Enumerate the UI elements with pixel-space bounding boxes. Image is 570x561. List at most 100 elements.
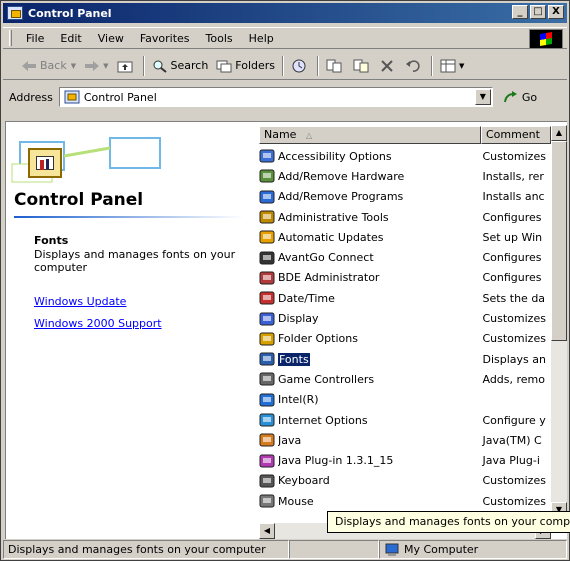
menu-help[interactable]: Help — [241, 30, 282, 47]
menu-edit[interactable]: Edit — [52, 30, 89, 47]
control-panel-small-icon — [64, 90, 80, 104]
selected-item-heading: Fonts — [34, 234, 69, 247]
go-label: Go — [521, 90, 538, 104]
list-item[interactable]: Keyboard Customizes — [259, 471, 549, 491]
list-item[interactable]: Internet Options Configure y — [259, 410, 549, 430]
item-comment: Configures — [482, 271, 542, 285]
list-item[interactable]: Mouse Customizes — [259, 491, 549, 511]
item-comment: Java Plug-i — [482, 454, 540, 468]
minimize-button[interactable]: _ — [512, 5, 528, 19]
address-value: Control Panel — [83, 90, 157, 104]
forward-arrow-icon — [85, 60, 100, 71]
up-folder-button[interactable] — [113, 57, 140, 75]
search-label: Search — [170, 59, 209, 72]
window-title: Control Panel — [28, 6, 112, 20]
back-button[interactable]: Back ▼ — [17, 57, 80, 74]
list-item[interactable]: Java Plug-in 1.3.1_15 Java Plug-i — [259, 450, 549, 470]
item-comment: Installs anc — [482, 190, 545, 204]
list-item[interactable]: Intel(R) — [259, 390, 549, 410]
search-icon — [153, 60, 167, 73]
search-button[interactable]: Search — [148, 57, 213, 75]
menu-view[interactable]: View — [90, 30, 132, 47]
item-comment: Set up Win — [482, 230, 543, 244]
item-comment: Installs, rer — [482, 169, 544, 183]
menu-favorites[interactable]: Favorites — [132, 30, 198, 47]
item-name: Display — [278, 312, 319, 326]
list-item[interactable]: Display Customizes — [259, 308, 549, 328]
list-item[interactable]: Administrative Tools Configures — [259, 207, 549, 227]
title-underline — [14, 216, 244, 218]
list-item[interactable]: Java Java(TM) C — [259, 430, 549, 450]
scroll-thumb[interactable] — [551, 141, 567, 341]
datetime-icon — [259, 291, 275, 305]
list-item[interactable]: Date/Time Sets the da — [259, 288, 549, 308]
item-comment: Customizes — [482, 494, 546, 508]
copy-to-button[interactable] — [349, 57, 376, 75]
list-item[interactable]: Folder Options Customizes — [259, 329, 549, 349]
list-item[interactable]: BDE Administrator Configures — [259, 268, 549, 288]
mouse-icon — [259, 494, 275, 508]
address-bar: Address Control Panel ▼ Go — [3, 83, 567, 111]
item-name: Game Controllers — [278, 372, 375, 386]
admin-tools-icon — [259, 210, 275, 224]
address-dropdown-button[interactable]: ▼ — [474, 89, 491, 105]
delete-button[interactable] — [376, 57, 401, 75]
list-item[interactable]: Accessibility Options Customizes — [259, 146, 549, 166]
windows-update-link[interactable]: Windows Update — [34, 295, 126, 308]
file-list: Name △ Comment Accessibility Options Cust… — [259, 122, 567, 539]
move-to-button[interactable] — [322, 57, 349, 75]
list-item[interactable]: Add/Remove Programs Installs anc — [259, 187, 549, 207]
list-item[interactable]: Game Controllers Adds, remo — [259, 369, 549, 389]
item-name: Add/Remove Programs — [278, 190, 404, 204]
up-folder-icon — [117, 61, 132, 72]
menu-tools[interactable]: Tools — [198, 30, 241, 47]
item-name: Internet Options — [278, 413, 368, 427]
undo-button[interactable] — [401, 57, 428, 75]
list-item[interactable]: Add/Remove Hardware Installs, rer — [259, 166, 549, 186]
forward-button[interactable]: ▼ — [80, 58, 112, 74]
game-controllers-icon — [259, 372, 275, 386]
history-button[interactable] — [287, 57, 314, 75]
item-name: Fonts — [278, 352, 310, 366]
menu-file[interactable]: File — [18, 30, 52, 47]
fonts-icon — [259, 352, 275, 366]
tooltip: Displays and manages fonts on your comp — [327, 511, 570, 533]
views-icon — [440, 59, 456, 72]
title-bar[interactable]: Control Panel _ □ X — [3, 3, 567, 23]
views-button[interactable]: ▼ — [436, 57, 468, 75]
item-comment: Customizes — [482, 474, 546, 488]
list-item[interactable]: AvantGo Connect Configures — [259, 247, 549, 267]
toolbar-separator — [142, 55, 145, 76]
column-header-comment[interactable]: Comment — [481, 126, 551, 144]
item-name: Administrative Tools — [278, 210, 389, 224]
list-item[interactable]: Fonts Displays an — [259, 349, 549, 369]
item-comment: Java(TM) C — [482, 433, 542, 447]
control-panel-icon — [7, 6, 23, 20]
close-button[interactable]: X — [548, 5, 564, 19]
item-comment: Configures — [482, 210, 542, 224]
undo-icon — [406, 59, 420, 72]
keyboard-icon — [259, 474, 275, 488]
column-header-name[interactable]: Name △ — [259, 126, 481, 144]
item-name: Intel(R) — [278, 393, 319, 407]
maximize-button[interactable]: □ — [530, 5, 546, 19]
menubar-grip — [9, 30, 12, 46]
java-plugin-icon — [259, 454, 275, 468]
address-field[interactable]: Control Panel ▼ — [58, 87, 493, 107]
vertical-scrollbar[interactable]: ▲ ▼ — [551, 125, 567, 518]
scroll-left-button[interactable]: ◀ — [259, 523, 275, 539]
folder-options-icon — [259, 332, 275, 346]
windows-2000-support-link[interactable]: Windows 2000 Support — [34, 317, 162, 330]
window: Control Panel _ □ X File Edit View Favor… — [0, 0, 570, 561]
go-button[interactable]: Go — [503, 90, 537, 104]
folders-button[interactable]: Folders — [212, 57, 279, 75]
item-comment: Configures — [482, 251, 542, 265]
status-zone: My Computer — [379, 540, 567, 559]
scroll-up-button[interactable]: ▲ — [551, 125, 567, 141]
status-text: Displays and manages fonts on your compu… — [3, 540, 289, 559]
item-comment: Customizes — [482, 312, 546, 326]
item-name: Keyboard — [278, 474, 330, 488]
java-icon — [259, 433, 275, 447]
zone-label: My Computer — [404, 543, 479, 556]
list-item[interactable]: Automatic Updates Set up Win — [259, 227, 549, 247]
